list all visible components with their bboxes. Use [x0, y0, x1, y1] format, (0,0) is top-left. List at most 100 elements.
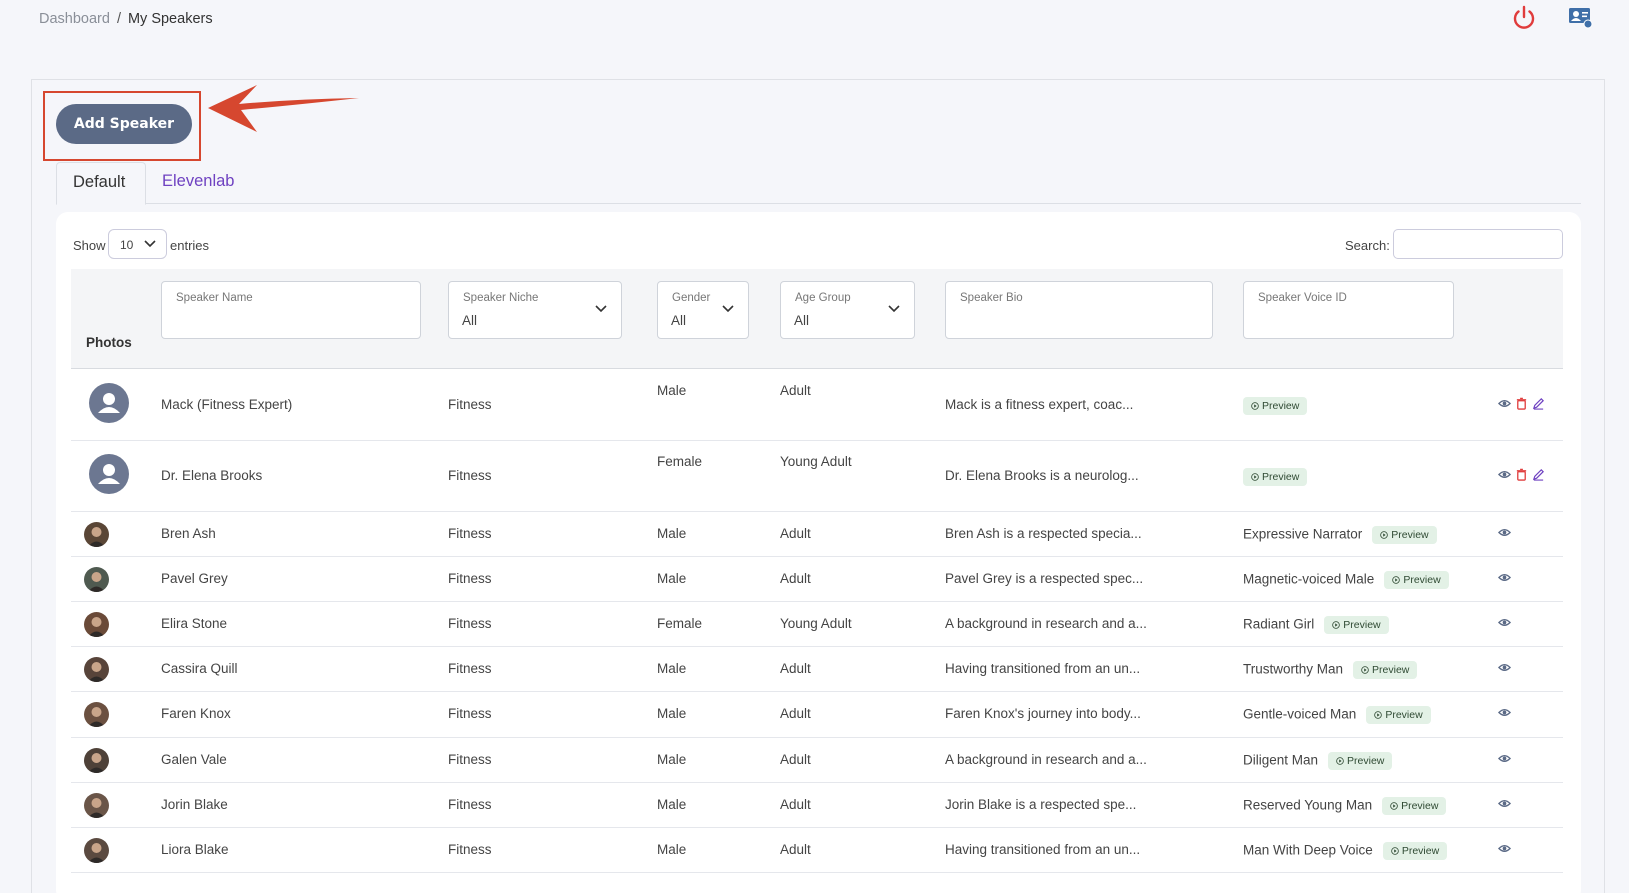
speaker-niche: Fitness — [448, 468, 492, 483]
speaker-voice-cell: Trustworthy Man Preview — [1243, 661, 1418, 679]
view-eye-icon[interactable] — [1498, 397, 1512, 411]
preview-button[interactable]: Preview — [1382, 842, 1448, 860]
age-group-filter[interactable]: Age Group All — [780, 281, 915, 339]
speaker-bio-filter-label: Speaker Bio — [960, 292, 1023, 304]
speaker-niche: Fitness — [448, 571, 492, 586]
speaker-name: Galen Vale — [161, 752, 227, 767]
speaker-voice-id: Reserved Young Man — [1243, 797, 1373, 813]
delete-trash-icon[interactable] — [1515, 397, 1529, 411]
add-speaker-button[interactable]: Add Speaker — [56, 104, 192, 144]
gender-filter[interactable]: Gender All — [657, 281, 749, 339]
view-eye-icon[interactable] — [1498, 797, 1512, 811]
preview-button[interactable]: Preview — [1353, 661, 1418, 679]
table-row: Galen Vale Fitness Male Adult A background i… — [71, 738, 1563, 783]
preview-button[interactable]: Preview — [1243, 397, 1308, 415]
power-icon[interactable] — [1511, 4, 1537, 32]
speaker-gender: Female — [657, 454, 703, 469]
user-profile-icon[interactable] — [1568, 6, 1594, 30]
preview-button[interactable]: Preview — [1328, 752, 1393, 770]
entries-select[interactable]: 10 — [108, 229, 167, 259]
speaker-name: Jorin Blake — [161, 797, 228, 812]
speaker-niche-filter[interactable]: Speaker Niche All — [448, 281, 622, 339]
speaker-voice-cell: Expressive Narrator Preview — [1243, 526, 1437, 544]
speaker-name-filter-label: Speaker Name — [176, 292, 253, 304]
speaker-bio: Having transitioned from an un... — [945, 661, 1141, 676]
table-header: Photos Speaker Name Speaker Niche All Ge… — [71, 269, 1563, 369]
speaker-name: Elira Stone — [161, 616, 228, 631]
preview-label: Preview — [1343, 619, 1381, 631]
view-eye-icon[interactable] — [1498, 706, 1512, 720]
speaker-name: Liora Blake — [161, 842, 229, 857]
speaker-voice-cell: Diligent Man Preview — [1243, 752, 1393, 770]
speaker-age-group: Adult — [780, 706, 811, 721]
speaker-age-group: Adult — [780, 797, 811, 812]
speaker-voice-id: Trustworthy Man — [1243, 661, 1344, 677]
preview-button[interactable]: Preview — [1366, 706, 1431, 724]
speaker-bio: Bren Ash is a respected specia... — [945, 526, 1142, 541]
preview-button[interactable]: Preview — [1324, 616, 1389, 634]
table-row: Faren Knox Fitness Male Adult Faren Knox's j… — [71, 692, 1563, 738]
speaker-name: Bren Ash — [161, 526, 216, 541]
annotation-arrow-icon — [208, 85, 359, 132]
preview-button[interactable]: Preview — [1243, 468, 1308, 486]
tab-elevenlab[interactable]: Elevenlab — [146, 162, 250, 204]
speaker-bio-filter[interactable]: Speaker Bio — [945, 281, 1213, 339]
view-eye-icon[interactable] — [1498, 468, 1512, 482]
view-eye-icon[interactable] — [1498, 752, 1512, 766]
speaker-voice-id-filter[interactable]: Speaker Voice ID — [1243, 281, 1454, 339]
delete-trash-icon[interactable] — [1515, 468, 1529, 482]
speaker-gender: Male — [657, 383, 687, 398]
speaker-niche: Fitness — [448, 752, 492, 767]
preview-label: Preview — [1401, 845, 1440, 857]
speaker-age-group: Adult — [780, 842, 811, 857]
speaker-name: Dr. Elena Brooks — [161, 468, 263, 483]
speaker-gender: Female — [657, 616, 703, 631]
breadcrumb: Dashboard / My Speakers — [39, 11, 213, 27]
view-eye-icon[interactable] — [1498, 842, 1512, 856]
preview-label: Preview — [1401, 800, 1439, 812]
speaker-voice-cell: Man With Deep Voice Preview — [1243, 842, 1448, 860]
avatar — [84, 567, 109, 592]
speaker-age-group: Adult — [780, 571, 811, 586]
speaker-bio: Faren Knox's journey into body... — [945, 706, 1141, 721]
view-eye-icon[interactable] — [1498, 661, 1512, 675]
speaker-niche-filter-value: All — [462, 313, 478, 328]
search-input[interactable] — [1393, 229, 1563, 259]
preview-button[interactable]: Preview — [1382, 797, 1447, 815]
speaker-niche: Fitness — [448, 797, 492, 812]
speaker-name-filter[interactable]: Speaker Name — [161, 281, 421, 339]
preview-button[interactable]: Preview — [1372, 526, 1437, 544]
edit-pencil-icon[interactable] — [1532, 397, 1546, 411]
edit-pencil-icon[interactable] — [1532, 468, 1546, 482]
avatar — [84, 522, 109, 547]
speaker-niche: Fitness — [448, 397, 492, 412]
table-row: Bren Ash Fitness Male Adult Bren Ash is a re… — [71, 512, 1563, 557]
breadcrumb-current: My Speakers — [127, 11, 213, 27]
preview-label: Preview — [1385, 709, 1423, 721]
speaker-voice-cell: Reserved Young Man Preview — [1243, 797, 1447, 815]
speaker-voice-id: Expressive Narrator — [1243, 526, 1363, 542]
speaker-age-group: Adult — [780, 526, 811, 541]
avatar — [84, 748, 109, 773]
avatar — [84, 793, 109, 818]
avatar — [84, 657, 109, 682]
view-eye-icon[interactable] — [1498, 616, 1512, 630]
table-row: Dr. Elena Brooks Fitness Female Young Adult… — [71, 441, 1563, 512]
speaker-niche-filter-label: Speaker Niche — [463, 292, 539, 304]
speaker-voice-id: Magnetic-voiced Male — [1243, 571, 1375, 587]
table-row: Elira Stone Fitness Female Young Adult A bac… — [71, 602, 1563, 647]
speaker-voice-id: Diligent Man — [1243, 752, 1319, 768]
speaker-bio: A background in research and a... — [945, 616, 1147, 631]
speaker-voice-id: Gentle-voiced Man — [1243, 706, 1357, 722]
preview-button[interactable]: Preview — [1384, 571, 1449, 589]
speaker-bio: A background in research and a... — [945, 752, 1147, 767]
view-eye-icon[interactable] — [1498, 526, 1512, 540]
speaker-gender: Male — [657, 752, 687, 767]
speaker-niche: Fitness — [448, 706, 492, 721]
breadcrumb-dashboard-link[interactable]: Dashboard — [39, 11, 110, 27]
tab-default[interactable]: Default — [56, 162, 146, 205]
view-eye-icon[interactable] — [1498, 571, 1512, 585]
speaker-bio: Having transitioned from an un... — [945, 842, 1141, 857]
speaker-niche: Fitness — [448, 526, 492, 541]
chevron-down-icon — [888, 305, 900, 313]
